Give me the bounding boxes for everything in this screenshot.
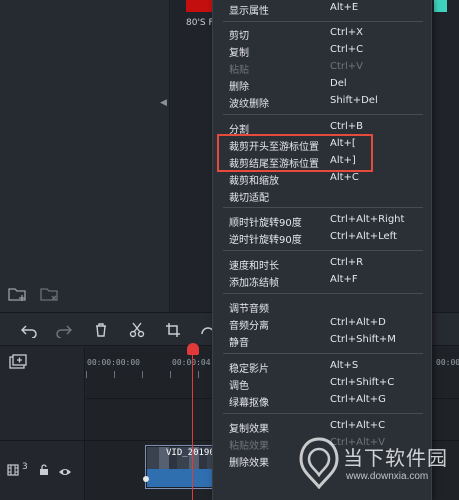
clip-label: VID_20190: [166, 448, 215, 458]
ruler-label: 00:00:00:00: [87, 358, 140, 367]
menu-item-detach-audio[interactable]: 音频分离 Ctrl+Alt+D: [213, 315, 433, 333]
menu-item-label: 删除: [229, 82, 249, 93]
menu-item-shortcut: Alt+C: [330, 172, 359, 183]
watermark-title: 当下软件园: [343, 446, 448, 470]
menu-item-mute[interactable]: 静音 Ctrl+Shift+M: [213, 332, 433, 350]
menu-separator: [223, 21, 423, 22]
media-thumbnail-label: 80'S F: [186, 18, 214, 28]
menu-item-label: 复制: [229, 48, 249, 59]
menu-separator: [223, 207, 423, 208]
ruler-tick: [86, 371, 87, 378]
collapse-left-icon[interactable]: ◀: [160, 98, 167, 108]
ruler-tick: [114, 371, 115, 378]
menu-item-color-correction[interactable]: 调色 Ctrl+Shift+C: [213, 375, 433, 393]
ruler-label: 00:00:16: [436, 358, 459, 367]
menu-item-crop-and-zoom[interactable]: 裁剪和缩放 Alt+C: [213, 170, 433, 188]
ruler-tick: [142, 371, 143, 378]
media-library-panel: [0, 0, 170, 312]
menu-separator: [223, 114, 423, 115]
menu-item-label: 裁剪和缩放: [229, 176, 279, 187]
add-track-icon[interactable]: [9, 354, 27, 370]
video-track-icon: [7, 461, 19, 476]
menu-item-label: 粘贴效果: [229, 441, 269, 452]
media-thumbnail-teal[interactable]: [434, 0, 447, 12]
menu-item-label: 添加冻结帧: [229, 278, 279, 289]
highlight-annotation-box: [217, 134, 373, 172]
menu-item-copy[interactable]: 复制 Ctrl+C: [213, 42, 433, 60]
menu-item-rotate-counterclockwise[interactable]: 逆时针旋转90度 Ctrl+Alt+Left: [213, 229, 433, 247]
menu-item-shortcut: Ctrl+B: [330, 121, 364, 132]
menu-item-label: 删除效果: [229, 458, 269, 469]
menu-item-shortcut: Ctrl+Shift+M: [330, 334, 396, 345]
media-thumbnail[interactable]: [186, 0, 212, 12]
menu-separator: [223, 293, 423, 294]
menu-item-shortcut: Ctrl+Alt+G: [330, 394, 386, 405]
menu-item-paste[interactable]: 粘贴 Ctrl+V: [213, 59, 433, 77]
menu-item-speed-and-duration[interactable]: 速度和时长 Ctrl+R: [213, 255, 433, 273]
track-number: 3: [22, 462, 28, 472]
menu-item-shortcut: Del: [330, 78, 347, 89]
delete-icon[interactable]: [93, 322, 109, 338]
lock-icon[interactable]: [39, 461, 49, 475]
menu-item-label: 显示属性: [229, 6, 269, 17]
menu-item-shortcut: Shift+Del: [330, 95, 378, 106]
menu-item-rotate-clockwise[interactable]: 顺时针旋转90度 Ctrl+Alt+Right: [213, 212, 433, 230]
menu-item-shortcut: Ctrl+R: [330, 257, 364, 268]
menu-item-ripple-delete[interactable]: 波纹删除 Shift+Del: [213, 93, 433, 111]
menu-item-shortcut: Alt+E: [330, 2, 359, 13]
menu-item-label: 调节音频: [229, 304, 269, 315]
context-menu: 显示属性 Alt+E 剪切 Ctrl+X 复制 Ctrl+C 粘贴 Ctrl+V 删除 D…: [212, 0, 432, 500]
menu-item-label: 波纹删除: [229, 99, 269, 110]
menu-item-shortcut: Ctrl+Alt+D: [330, 317, 386, 328]
menu-item-adjust-audio[interactable]: 调节音频: [213, 298, 433, 316]
remove-folder-icon[interactable]: [40, 286, 60, 302]
new-folder-icon[interactable]: [8, 286, 28, 302]
menu-item-crop-to-fit[interactable]: 裁切适配: [213, 187, 433, 205]
menu-item-label: 剪切: [229, 31, 249, 42]
menu-item-shortcut: Ctrl+C: [330, 44, 364, 55]
menu-item-shortcut: Ctrl+Alt+Left: [330, 231, 397, 242]
menu-item-label: 粘贴: [229, 65, 249, 76]
menu-item-label: 顺时针旋转90度: [229, 218, 302, 229]
ruler-tick: [198, 371, 199, 378]
menu-item-label: 复制效果: [229, 424, 269, 435]
menu-item-label: 调色: [229, 381, 249, 392]
menu-item-label: 音频分离: [229, 321, 269, 332]
undo-icon[interactable]: [21, 322, 37, 338]
watermark: 当下软件园 www.downxia.com: [296, 433, 459, 497]
cut-icon[interactable]: [129, 322, 145, 338]
menu-item-show-properties[interactable]: 显示属性 Alt+E: [213, 0, 433, 18]
menu-item-shortcut: Ctrl+X: [330, 27, 364, 38]
menu-item-label: 静音: [229, 338, 249, 349]
menu-item-cut[interactable]: 剪切 Ctrl+X: [213, 25, 433, 43]
menu-item-label: 裁切适配: [229, 193, 269, 204]
crop-icon[interactable]: [165, 322, 181, 338]
clip-trim-handle-left[interactable]: [143, 476, 149, 482]
menu-item-label: 绿幕抠像: [229, 398, 269, 409]
menu-separator: [223, 250, 423, 251]
menu-item-shortcut: Alt+F: [330, 274, 358, 285]
menu-item-shortcut: Ctrl+Alt+Right: [330, 214, 405, 225]
playhead-line[interactable]: [192, 353, 193, 500]
menu-item-delete[interactable]: 删除 Del: [213, 76, 433, 94]
watermark-url: www.downxia.com: [346, 471, 429, 482]
eye-icon[interactable]: [58, 462, 72, 475]
menu-item-shortcut: Ctrl+Alt+C: [330, 420, 386, 431]
menu-item-label: 稳定影片: [229, 364, 269, 375]
playhead-handle[interactable]: [187, 343, 199, 355]
menu-item-shortcut: Ctrl+V: [330, 61, 364, 72]
ruler-tick: [170, 371, 171, 378]
menu-item-shortcut: Ctrl+Shift+C: [330, 377, 395, 388]
menu-item-shortcut: Alt+S: [330, 360, 359, 371]
menu-item-label: 逆时针旋转90度: [229, 235, 302, 246]
menu-item-add-freeze-frame[interactable]: 添加冻结帧 Alt+F: [213, 272, 433, 290]
menu-item-stabilize-video[interactable]: 稳定影片 Alt+S: [213, 358, 433, 376]
menu-item-green-screen[interactable]: 绿幕抠像 Ctrl+Alt+G: [213, 392, 433, 410]
menu-separator: [223, 353, 423, 354]
menu-item-label: 速度和时长: [229, 261, 279, 272]
menu-separator: [223, 413, 423, 414]
watermark-logo-icon: [299, 437, 339, 490]
redo-icon[interactable]: [56, 322, 72, 338]
